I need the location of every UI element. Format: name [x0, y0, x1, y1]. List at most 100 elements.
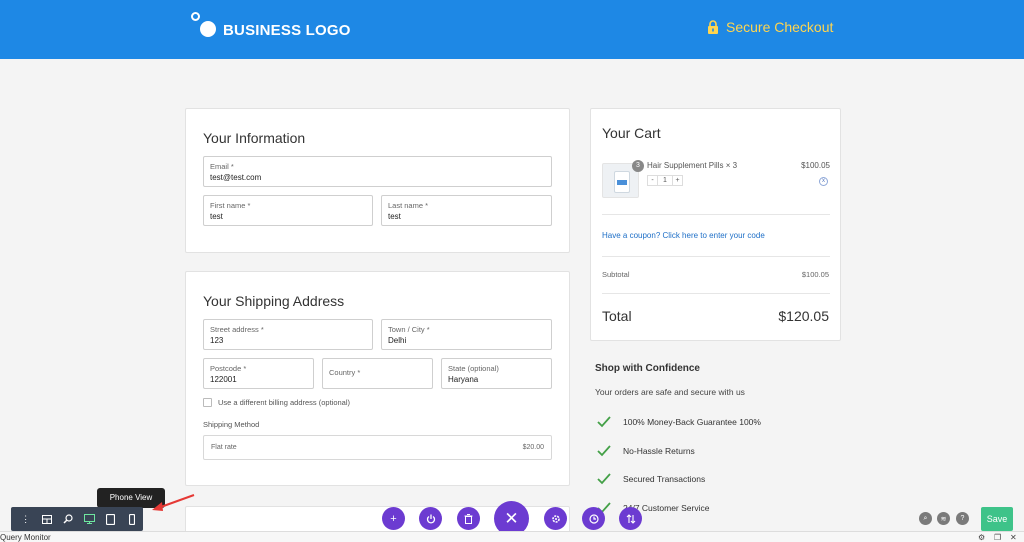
street-address-value: 123: [210, 336, 224, 345]
email-label: Email *: [210, 162, 234, 171]
confidence-subtitle: Your orders are safe and secure with us: [595, 387, 745, 397]
clock-icon: [588, 513, 599, 524]
window-icon[interactable]: ❐: [994, 533, 1001, 542]
close-icon[interactable]: ✕: [1010, 533, 1017, 542]
shipping-card: Your Shipping Address Street address * 1…: [185, 271, 570, 486]
logo-text: BUSINESS LOGO: [223, 21, 351, 39]
cart-card: Your Cart 3 Hair Supplement Pills × 3 $1…: [590, 108, 841, 341]
business-logo[interactable]: BUSINESS LOGO: [191, 12, 351, 40]
add-element-button[interactable]: +: [382, 507, 405, 530]
last-name-field[interactable]: Last name * test: [381, 195, 552, 226]
phone-view-icon[interactable]: [122, 508, 143, 530]
divider: [602, 256, 830, 257]
layers-icon[interactable]: ≋: [937, 512, 950, 525]
city-label: Town / City *: [388, 325, 430, 334]
different-billing-checkbox[interactable]: Use a different billing address (optiona…: [203, 398, 350, 407]
site-header: BUSINESS LOGO Secure Checkout: [0, 0, 1024, 59]
city-value: Delhi: [388, 336, 407, 345]
confidence-item-label: Secured Transactions: [623, 474, 706, 484]
subtotal-value: $100.05: [801, 270, 829, 279]
first-name-value: test: [210, 212, 223, 221]
shipping-method-label: Shipping Method: [203, 420, 260, 429]
confidence-item: 100% Money-Back Guarantee 100%: [597, 416, 761, 428]
state-label: State (optional): [448, 364, 499, 373]
query-monitor-label[interactable]: Query Monitor: [0, 532, 51, 542]
shipping-method-option[interactable]: Flat rate $20.00: [203, 435, 552, 460]
country-select[interactable]: Country *: [322, 358, 433, 389]
trash-icon: [464, 513, 473, 524]
first-name-field[interactable]: First name * test: [203, 195, 373, 226]
decrease-button[interactable]: -: [647, 175, 658, 186]
postcode-field[interactable]: Postcode * 122001: [203, 358, 314, 389]
divider: [602, 214, 830, 215]
delete-button[interactable]: [457, 507, 480, 530]
secure-checkout: Secure Checkout: [707, 19, 833, 35]
more-options-icon[interactable]: ⋮: [15, 508, 36, 530]
state-value: Haryana: [448, 375, 479, 384]
coupon-link[interactable]: Have a coupon? Click here to enter your …: [602, 231, 765, 240]
different-billing-label: Use a different billing address (optiona…: [218, 398, 351, 407]
cart-item-name: Hair Supplement Pills × 3: [647, 161, 738, 170]
power-button[interactable]: [419, 507, 442, 530]
confidence-title: Shop with Confidence: [595, 363, 700, 374]
desktop-view-icon[interactable]: [79, 508, 100, 530]
total-value: $120.05: [778, 308, 829, 324]
email-field[interactable]: Email * test@test.com: [203, 156, 552, 187]
email-value: test@test.com: [210, 173, 262, 182]
confidence-item: Secured Transactions: [597, 473, 705, 485]
subtotal-label: Subtotal: [602, 270, 630, 279]
shipping-method-name: Flat rate: [211, 444, 237, 451]
secure-checkout-label: Secure Checkout: [726, 19, 834, 35]
city-field[interactable]: Town / City * Delhi: [381, 319, 552, 350]
checkbox-box[interactable]: [203, 398, 212, 407]
quantity-stepper[interactable]: - 1 +: [647, 175, 683, 186]
last-name-value: test: [388, 212, 401, 221]
cart-title: Your Cart: [602, 125, 661, 141]
gear-icon: [551, 514, 560, 523]
remove-item-icon[interactable]: x: [819, 177, 828, 186]
postcode-value: 122001: [210, 375, 237, 384]
logo-mark-icon: [191, 12, 217, 40]
shipping-title: Your Shipping Address: [203, 293, 345, 309]
information-title: Your Information: [203, 130, 306, 146]
confidence-item: No-Hassle Returns: [597, 445, 695, 457]
confidence-item: 24/7 Customer Service: [597, 502, 709, 514]
check-icon: [597, 416, 611, 428]
postcode-label: Postcode *: [210, 364, 247, 373]
history-button[interactable]: [582, 507, 605, 530]
quantity-value[interactable]: 1: [658, 175, 672, 186]
gear-icon[interactable]: ⚙: [978, 533, 985, 542]
street-address-label: Street address *: [210, 325, 264, 334]
search-icon[interactable]: ⌕: [919, 512, 932, 525]
sort-button[interactable]: [619, 507, 642, 530]
divider: [602, 293, 830, 294]
street-address-field[interactable]: Street address * 123: [203, 319, 373, 350]
sort-arrows-icon: [626, 513, 635, 524]
cart-item-price: $100.05: [801, 161, 830, 170]
red-arrow-annotation: [152, 494, 195, 511]
builder-dock: ⋮: [11, 507, 143, 531]
shipping-method-price: $20.00: [522, 444, 544, 451]
cart-item: 3 Hair Supplement Pills × 3 $100.05 - 1 …: [602, 159, 830, 199]
check-icon: [597, 473, 611, 485]
country-label: Country *: [329, 368, 361, 377]
quantity-badge: 3: [632, 160, 644, 172]
tablet-view-icon[interactable]: [100, 508, 121, 530]
power-icon: [426, 514, 435, 524]
settings-button[interactable]: [544, 507, 567, 530]
status-bar: Query Monitor ⚙ ❐ ✕: [0, 531, 1024, 542]
confidence-item-label: 100% Money-Back Guarantee 100%: [623, 417, 761, 427]
save-button[interactable]: Save: [981, 507, 1013, 531]
layout-icon[interactable]: [36, 508, 57, 530]
total-label: Total: [602, 308, 632, 324]
search-icon[interactable]: [58, 508, 79, 530]
confidence-item-label: No-Hassle Returns: [623, 446, 695, 456]
help-icon[interactable]: ?: [956, 512, 969, 525]
lock-icon: [708, 20, 718, 34]
last-name-label: Last name *: [388, 201, 429, 210]
increase-button[interactable]: +: [672, 175, 683, 186]
check-icon: [597, 445, 611, 457]
state-field[interactable]: State (optional) Haryana: [441, 358, 552, 389]
information-card: Your Information Email * test@test.com F…: [185, 108, 570, 253]
first-name-label: First name *: [210, 201, 251, 210]
